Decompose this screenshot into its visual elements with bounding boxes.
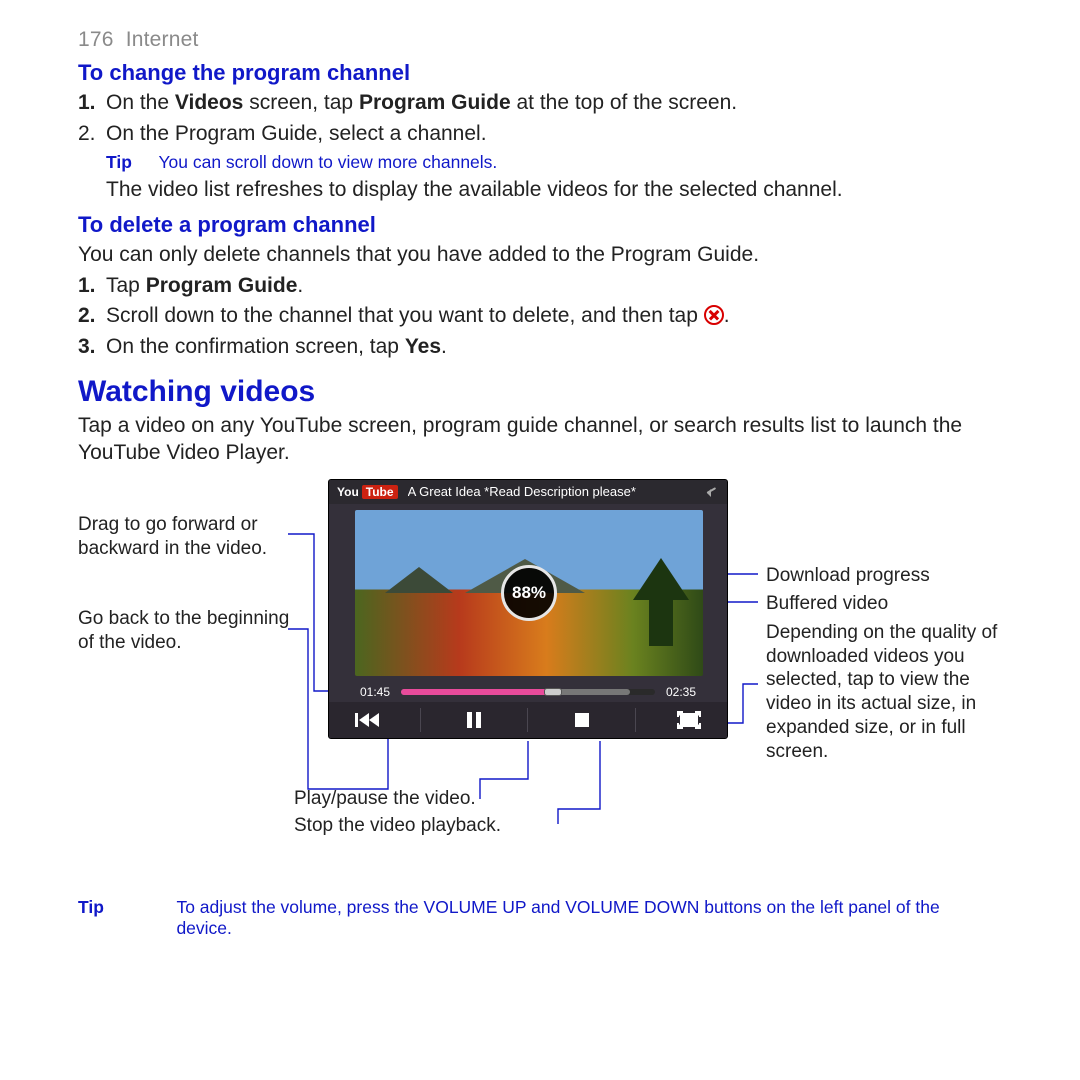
- landscape-art: [649, 582, 673, 646]
- steps-delete-channel: 1. Tap Program Guide. 2. Scroll down to …: [78, 273, 1018, 362]
- callout-buffered: Buffered video: [766, 592, 1006, 616]
- elapsed-time: 01:45: [355, 685, 395, 699]
- player-titlebar: You Tube A Great Idea *Read Description …: [329, 480, 727, 504]
- heading-delete-channel: To delete a program channel: [78, 212, 1018, 238]
- separator: [527, 708, 528, 732]
- yes-label: Yes: [405, 335, 441, 358]
- callout-stop: Stop the video playback.: [294, 814, 624, 838]
- youtube-logo: You Tube: [335, 485, 398, 499]
- callout-zoom: Depending on the quality of downloaded v…: [766, 621, 1006, 764]
- back-arrow-icon[interactable]: [703, 485, 721, 499]
- tip-text: You can scroll down to view more channel…: [158, 152, 497, 173]
- heading-watching-videos: Watching videos: [78, 375, 1018, 409]
- heading-change-channel: To change the program channel: [78, 60, 1018, 86]
- video-title: A Great Idea *Read Description please*: [408, 484, 703, 499]
- program-guide-label: Program Guide: [146, 274, 298, 297]
- callout-goback: Go back to the beginning of the video.: [78, 607, 293, 655]
- video-viewport[interactable]: 88%: [355, 510, 703, 676]
- tip-label: Tip: [106, 152, 154, 173]
- logo-you: You: [335, 485, 361, 499]
- seek-knob[interactable]: [545, 689, 561, 695]
- tip-label: Tip: [78, 897, 172, 918]
- played-bar: [401, 689, 553, 695]
- delete-icon: [704, 305, 724, 325]
- program-guide-label: Program Guide: [359, 91, 511, 114]
- tip-text: To adjust the volume, press the VOLUME U…: [176, 897, 976, 939]
- step-continuation: The video list refreshes to display the …: [78, 177, 1018, 204]
- step-text: On the Program Guide, select a channel.: [106, 122, 487, 145]
- watching-intro: Tap a video on any YouTube screen, progr…: [78, 413, 1018, 467]
- player-figure: Drag to go forward or backward in the vi…: [78, 479, 1018, 879]
- step-text: On the: [106, 91, 175, 114]
- youtube-player: You Tube A Great Idea *Read Description …: [328, 479, 728, 739]
- manual-page: 176 Internet To change the program chann…: [0, 0, 1080, 967]
- callout-download: Download progress: [766, 564, 1006, 588]
- callout-drag: Drag to go forward or backward in the vi…: [78, 513, 293, 561]
- separator: [635, 708, 636, 732]
- videos-label: Videos: [175, 91, 243, 114]
- steps-change-channel: 1. On the Videos screen, tap Program Gui…: [78, 90, 1018, 148]
- player-controls: [329, 702, 727, 738]
- download-progress-badge: 88%: [501, 565, 557, 621]
- page-section: Internet: [126, 28, 199, 51]
- total-time: 02:35: [661, 685, 701, 699]
- tip-row: Tip To adjust the volume, press the VOLU…: [78, 897, 1018, 939]
- seek-track[interactable]: [401, 689, 655, 695]
- separator: [420, 708, 421, 732]
- play-pause-button[interactable]: [452, 702, 496, 738]
- logo-tube: Tube: [362, 485, 398, 499]
- stop-button[interactable]: [560, 702, 604, 738]
- page-number: 176: [78, 28, 114, 51]
- page-header: 176 Internet: [78, 28, 1018, 52]
- tip-row: Tip You can scroll down to view more cha…: [78, 152, 1018, 173]
- callout-playpause: Play/pause the video.: [294, 787, 554, 811]
- delete-intro: You can only delete channels that you ha…: [78, 242, 1018, 269]
- go-to-start-button[interactable]: [345, 702, 389, 738]
- seek-bar: 01:45 02:35: [355, 684, 701, 700]
- zoom-mode-button[interactable]: [667, 702, 711, 738]
